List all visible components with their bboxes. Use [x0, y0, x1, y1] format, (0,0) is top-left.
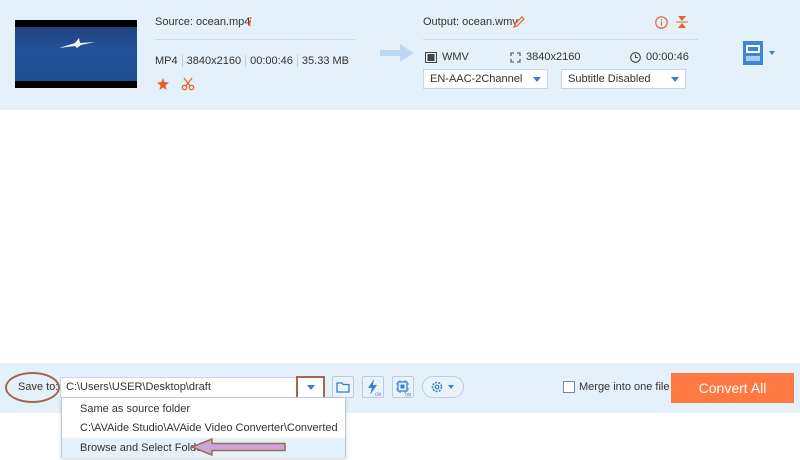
source-meta: MP4 3840x2160 00:00:46 35.33 MB — [155, 55, 353, 67]
dropdown-option-converted-folder[interactable]: C:\AVAide Studio\AVAide Video Converter\… — [62, 418, 345, 438]
letterbox-top — [15, 20, 137, 27]
convert-arrow-icon — [380, 44, 414, 65]
letterbox-bottom — [15, 81, 137, 88]
output-resolution: 3840x2160 — [526, 51, 581, 63]
output-resolution-group: 3840x2160 — [510, 51, 580, 63]
chevron-down-icon — [307, 385, 315, 390]
cpu-icon: ON — [396, 380, 411, 398]
output-info-icon[interactable] — [654, 15, 668, 29]
svg-text:ON: ON — [405, 393, 411, 398]
audio-track-value: EN-AAC-2Channel — [430, 73, 523, 85]
resize-icon — [510, 51, 521, 63]
subtitle-value: Subtitle Disabled — [568, 73, 651, 85]
bird-image — [59, 38, 95, 48]
source-resolution: 3840x2160 — [183, 55, 247, 67]
edit-icon[interactable] — [512, 15, 526, 29]
source-duration: 00:00:46 — [246, 55, 298, 67]
merge-label: Merge into one file — [579, 381, 670, 393]
wmv-file-icon — [743, 41, 763, 65]
save-to-label: Save to: — [18, 381, 59, 393]
convert-all-button[interactable]: Convert All — [671, 373, 794, 403]
settings-button[interactable] — [422, 376, 464, 398]
clock-icon — [630, 51, 641, 63]
merge-checkbox[interactable] — [563, 381, 575, 393]
svg-text:ON: ON — [375, 392, 381, 397]
save-path-field[interactable]: C:\Users\USER\Desktop\draft — [60, 377, 325, 398]
save-path-dropdown-button[interactable] — [296, 376, 325, 399]
audio-track-select[interactable]: EN-AAC-2Channel — [423, 69, 548, 89]
compress-icon[interactable] — [675, 15, 689, 29]
film-icon — [425, 51, 437, 63]
chevron-down-icon — [671, 77, 679, 82]
enhance-icon[interactable] — [155, 76, 171, 92]
hardware-accel-button[interactable]: ON — [362, 376, 384, 398]
scissors-icon[interactable] — [180, 76, 196, 92]
chevron-down-icon — [533, 77, 541, 82]
gpu-accel-button[interactable]: ON — [392, 376, 414, 398]
dropdown-option-same-as-source[interactable]: Same as source folder — [62, 399, 345, 419]
output-duration-group: 00:00:46 — [630, 51, 689, 63]
output-format: WMV — [442, 51, 469, 63]
output-format-group: WMV — [425, 51, 469, 63]
annotation-arrow — [189, 437, 288, 460]
source-size: 35.33 MB — [301, 55, 349, 67]
format-chevron-down-icon[interactable] — [769, 51, 775, 55]
folder-icon — [336, 382, 350, 393]
subtitle-select[interactable]: Subtitle Disabled — [561, 69, 686, 89]
output-divider — [423, 39, 698, 40]
merge-checkbox-group[interactable]: Merge into one file — [563, 381, 670, 393]
output-duration: 00:00:46 — [646, 51, 689, 63]
gear-icon — [431, 381, 454, 393]
info-icon[interactable]: i — [248, 14, 252, 30]
lightning-icon: ON — [368, 379, 381, 397]
source-filename: Source: ocean.mp4 — [155, 16, 251, 28]
open-folder-button[interactable] — [332, 376, 354, 398]
source-divider — [155, 39, 355, 40]
video-thumbnail[interactable] — [15, 20, 137, 88]
output-format-button[interactable] — [742, 41, 764, 65]
output-filename: Output: ocean.wmv — [423, 16, 518, 28]
source-format: MP4 — [155, 55, 183, 67]
